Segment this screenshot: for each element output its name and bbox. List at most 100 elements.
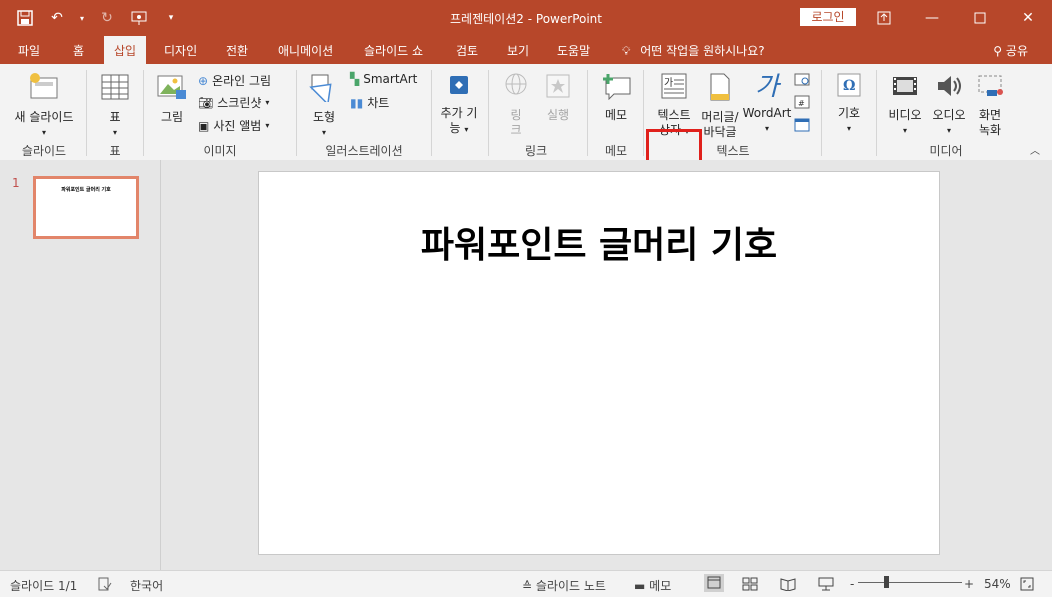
group-divider — [643, 70, 644, 156]
group-label-illustrations: 일러스트레이션 — [325, 144, 403, 158]
tab-help[interactable]: 도움말 — [557, 42, 590, 59]
tab-file[interactable]: 파일 — [18, 42, 40, 59]
slide-number-button[interactable]: # — [794, 95, 810, 109]
wordart-button[interactable]: 가 WordArt ▾ — [742, 72, 792, 136]
online-pictures-button[interactable]: ⊕ 온라인 그림 — [198, 72, 271, 89]
group-label-media: 미디어 — [929, 144, 963, 158]
link-button[interactable]: 링 크 — [494, 72, 538, 138]
wordart-icon: 가 — [755, 72, 779, 102]
date-time-icon — [794, 73, 810, 86]
shapes-icon — [302, 72, 346, 106]
group-label-tables: 표 — [109, 144, 121, 158]
dropdown-arrow-icon: ▾ — [464, 125, 469, 134]
person-icon: ⚲ — [993, 44, 1003, 58]
slide-sorter-icon[interactable] — [742, 577, 758, 594]
language-status[interactable]: 한국어 — [130, 577, 163, 594]
group-divider — [296, 70, 297, 156]
tab-home[interactable]: 홈 — [73, 42, 84, 59]
zoom-slider-track[interactable] — [858, 582, 962, 583]
group-divider — [143, 70, 144, 156]
status-bar: 슬라이드 1/1 한국어 ≙ 슬라이드 노트 ▬ 메모 - + 54% — [0, 570, 1052, 597]
comment-button[interactable]: 메모 — [594, 72, 638, 123]
dropdown-arrow-icon: ▾ — [265, 121, 270, 130]
new-slide-icon — [8, 72, 80, 106]
dropdown-arrow-icon: ▾ — [265, 98, 270, 107]
ribbon: 새 슬라이드 ▾ 슬라이드 표 ▾ 표 그림 ⊕ 온라인 그림 📷︎ 스크린샷 … — [0, 64, 1052, 212]
date-time-button[interactable] — [794, 72, 810, 86]
group-label-images: 이미지 — [203, 144, 237, 158]
video-button[interactable]: 비디오 ▾ — [882, 72, 928, 138]
screen-recording-button[interactable]: 화면 녹화 — [970, 72, 1010, 138]
chart-button[interactable]: ▮▮ 차트 — [350, 94, 389, 111]
zoom-slider-thumb[interactable] — [884, 576, 889, 588]
slide-title-placeholder[interactable]: 파워포인트 글머리 기호 — [259, 216, 939, 268]
photo-album-button[interactable]: ▣ 사진 앨범 ▾ — [198, 117, 269, 134]
window-controls: — ✕ — [860, 0, 1052, 36]
tab-design[interactable]: 디자인 — [164, 42, 197, 59]
speaker-audio-icon — [928, 72, 970, 104]
object-button[interactable] — [794, 118, 810, 132]
thumbnail-title: 파워포인트 글머리 기호 — [61, 187, 111, 193]
slide[interactable]: 파워포인트 글머리 기호 — [258, 171, 940, 555]
comments-button[interactable]: ▬ 메모 — [634, 577, 671, 594]
screen-recording-icon — [970, 72, 1010, 104]
action-button[interactable]: 실행 — [538, 72, 578, 123]
smartart-button[interactable]: ▚ SmartArt — [350, 72, 417, 86]
object-icon — [794, 118, 810, 132]
collapse-ribbon-icon[interactable]: ︿ — [1030, 142, 1040, 157]
group-divider — [431, 70, 432, 156]
svg-text:#: # — [798, 99, 805, 108]
screenshot-button[interactable]: 📷︎ 스크린샷 ▾ — [198, 94, 269, 111]
shapes-button[interactable]: 도형 ▾ — [302, 72, 346, 140]
picture-icon — [150, 72, 194, 106]
lightbulb-icon: 💡︎ — [622, 44, 631, 58]
login-button[interactable]: 로그인 — [800, 8, 856, 26]
screenshot-icon: 📷︎ — [198, 95, 214, 110]
new-slide-button[interactable]: 새 슬라이드 ▾ — [8, 72, 80, 140]
maximize-icon[interactable] — [956, 0, 1004, 36]
svg-text:가: 가 — [664, 77, 673, 89]
slide-count-status: 슬라이드 1/1 — [10, 579, 78, 593]
ribbon-display-options-icon[interactable] — [860, 0, 908, 36]
table-button[interactable]: 표 ▾ — [92, 72, 138, 140]
spell-check-icon[interactable] — [98, 577, 112, 594]
group-divider — [488, 70, 489, 156]
tab-transitions[interactable]: 전환 — [226, 42, 248, 59]
slide-thumbnail[interactable]: 파워포인트 글머리 기호 — [33, 176, 139, 239]
minimize-icon[interactable]: — — [908, 0, 956, 36]
group-divider — [821, 70, 822, 156]
reading-view-icon[interactable] — [780, 577, 796, 594]
notes-button[interactable]: ≙ 슬라이드 노트 — [522, 577, 606, 594]
dropdown-arrow-icon: ▾ — [946, 126, 951, 135]
fit-to-window-icon[interactable] — [1020, 577, 1034, 594]
zoom-in-button[interactable]: + — [964, 577, 974, 591]
photo-album-icon: ▣ — [198, 118, 210, 133]
symbols-button[interactable]: Ω 기호 ▾ — [826, 72, 872, 136]
share-button[interactable]: ⚲ 공유 — [993, 42, 1028, 59]
tab-review[interactable]: 검토 — [456, 42, 478, 59]
picture-button[interactable]: 그림 — [150, 72, 194, 125]
slideshow-view-icon[interactable] — [818, 577, 834, 594]
tab-insert[interactable]: 삽입 — [104, 36, 147, 64]
dropdown-arrow-icon: ▾ — [321, 128, 326, 137]
group-label-comments: 메모 — [604, 144, 628, 158]
zoom-out-button[interactable]: - — [850, 577, 854, 591]
tab-slideshow[interactable]: 슬라이드 쇼 — [364, 42, 423, 59]
online-pictures-icon: ⊕ — [198, 73, 209, 88]
zoom-level[interactable]: 54% — [984, 577, 1011, 591]
tab-animations[interactable]: 애니메이션 — [278, 42, 333, 59]
tell-me-search[interactable]: 💡︎ 어떤 작업을 원하시나요? — [622, 42, 765, 59]
omega-symbol-icon: Ω — [826, 72, 872, 102]
group-label-links: 링크 — [524, 144, 548, 158]
header-footer-button[interactable]: 머리글/ 바닥글 — [700, 72, 740, 140]
textbox-icon: 가 — [648, 72, 700, 104]
slide-number-icon: # — [794, 95, 810, 109]
addins-button[interactable]: 추가 기 능 ▾ — [436, 72, 482, 137]
tab-view[interactable]: 보기 — [507, 42, 529, 59]
normal-view-icon[interactable] — [704, 574, 724, 592]
audio-button[interactable]: 오디오 ▾ — [928, 72, 970, 138]
close-icon[interactable]: ✕ — [1004, 0, 1052, 36]
star-action-icon — [538, 72, 578, 104]
chart-icon: ▮▮ — [350, 95, 364, 110]
slide-number-label: 1 — [12, 176, 20, 190]
